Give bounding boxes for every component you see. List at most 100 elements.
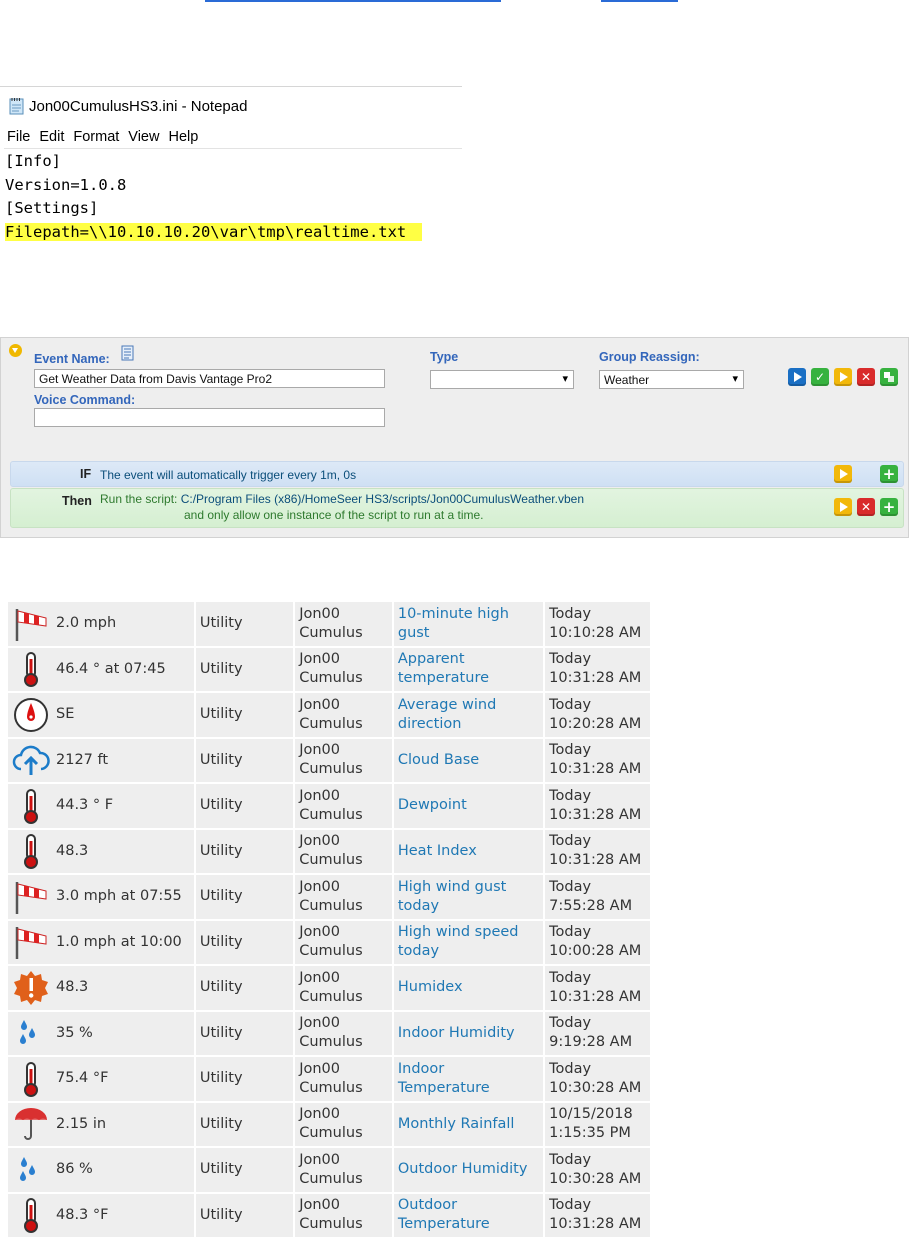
device-value-cell[interactable]: 1.0 mph at 10:00 [6, 918, 196, 966]
notepad-menubar: File Edit Format View Help [7, 129, 207, 145]
last-change-time: 10:31:28 AM [549, 988, 642, 1005]
device-row: 2127 ft Utility Jon00 Cumulus Cloud Base Tod… [6, 736, 652, 784]
device-value-cell[interactable]: 46.4 ° at 07:45 [6, 645, 196, 693]
device-room: Utility [193, 1009, 296, 1057]
top-link-underline[interactable] [601, 0, 678, 2]
last-change-time: 10:30:28 AM [549, 1170, 642, 1187]
windsock-icon [12, 878, 50, 916]
last-change-day: Today [549, 696, 592, 713]
device-name-link[interactable]: Heat Index [398, 843, 477, 859]
menu-file[interactable]: File [7, 129, 30, 145]
device-row: 1.0 mph at 10:00 Utility Jon00 Cumulus High… [6, 918, 652, 966]
collapse-toggle-icon[interactable] [9, 344, 22, 357]
last-change-day: Today [549, 742, 592, 759]
device-value-cell[interactable]: 48.3 °F [6, 1191, 196, 1237]
notepad-text-area[interactable]: [Info] Version=1.0.8 [Settings] Filepath=\\… [5, 150, 423, 244]
last-change-day: Today [549, 833, 592, 850]
add-trigger-button[interactable]: + [880, 465, 898, 483]
last-change-day: Today [549, 1197, 592, 1214]
device-name-link[interactable]: Apparent temperature [398, 651, 489, 686]
device-value-cell[interactable]: 2.0 mph [6, 600, 196, 648]
device-name-link[interactable]: Indoor Humidity [398, 1025, 515, 1041]
script-path-link[interactable]: C:/Program Files (x86)/HomeSeer HS3/scri… [181, 492, 584, 506]
menu-edit[interactable]: Edit [39, 129, 64, 145]
if-trigger-text: The event will automatically trigger eve… [100, 468, 357, 482]
then-action-row[interactable]: Then Run the script: C:/Program Files (x… [10, 488, 904, 528]
device-floor: Jon00 Cumulus [293, 1146, 394, 1194]
device-name-cell: Dewpoint [391, 782, 546, 830]
run-action-button[interactable] [834, 498, 852, 516]
voice-command-input[interactable] [34, 408, 385, 427]
last-change-time: 10:31:28 AM [549, 670, 642, 687]
advanced-button[interactable] [788, 368, 806, 386]
device-row: 86 % Utility Jon00 Cumulus Outdoor Humidity… [6, 1146, 652, 1194]
add-action-button[interactable]: + [880, 498, 898, 516]
device-floor: Jon00 Cumulus [293, 1191, 394, 1237]
run-event-button[interactable] [834, 368, 852, 386]
device-room: Utility [193, 645, 296, 693]
device-floor: Jon00 Cumulus [293, 1100, 394, 1148]
compass-icon [12, 696, 50, 734]
save-check-button[interactable]: ✓ [811, 368, 829, 386]
water-drops-icon [12, 1151, 50, 1189]
device-value-cell[interactable]: 48.3 [6, 827, 196, 875]
last-change-time: 1:15:35 PM [549, 1125, 631, 1142]
device-row: 46.4 ° at 07:45 Utility Jon00 Cumulus Appar… [6, 645, 652, 693]
last-change-time: 10:31:28 AM [549, 852, 642, 869]
menu-format[interactable]: Format [73, 129, 119, 145]
run-trigger-button[interactable] [834, 465, 852, 483]
device-row: 48.3 °F Utility Jon00 Cumulus Outdoor Tempe… [6, 1191, 652, 1237]
device-value-cell[interactable]: SE [6, 691, 196, 739]
device-floor: Jon00 Cumulus [293, 1009, 394, 1057]
device-name-link[interactable]: Humidex [398, 979, 463, 995]
device-value-cell[interactable]: 75.4 °F [6, 1055, 196, 1103]
menu-view[interactable]: View [128, 129, 159, 145]
device-value-cell[interactable]: 2.15 in [6, 1100, 196, 1148]
device-name-link[interactable]: Outdoor Temperature [398, 1197, 490, 1232]
delete-action-button[interactable]: ✕ [857, 498, 875, 516]
device-name-link[interactable]: Cloud Base [398, 752, 479, 768]
device-name-link[interactable]: High wind gust today [398, 879, 506, 914]
device-last-change: Today 10:10:28 AM [543, 600, 652, 648]
device-room: Utility [193, 600, 296, 648]
device-value-cell[interactable]: 86 % [6, 1146, 196, 1194]
device-name-link[interactable]: Monthly Rainfall [398, 1116, 515, 1132]
device-room: Utility [193, 873, 296, 921]
device-value: 1.0 mph at 10:00 [56, 933, 182, 950]
device-name-link[interactable]: Average wind direction [398, 697, 496, 732]
top-link-underline[interactable] [205, 0, 501, 2]
event-name-input[interactable]: Get Weather Data from Davis Vantage Pro2 [34, 369, 385, 388]
windsock-icon [12, 923, 50, 961]
type-select[interactable] [430, 370, 574, 389]
last-change-day: Today [549, 924, 592, 941]
device-name-link[interactable]: High wind speed today [398, 924, 519, 959]
last-change-time: 7:55:28 AM [549, 897, 633, 914]
device-value: 75.4 °F [56, 1070, 109, 1087]
device-value-cell[interactable]: 44.3 ° F [6, 782, 196, 830]
device-name-link[interactable]: 10-minute high gust [398, 606, 509, 641]
device-value-cell[interactable]: 3.0 mph at 07:55 [6, 873, 196, 921]
device-name-link[interactable]: Indoor Temperature [398, 1061, 490, 1096]
device-last-change: Today 9:19:28 AM [543, 1009, 652, 1057]
last-change-time: 10:20:28 AM [549, 715, 642, 732]
group-reassign-select[interactable]: Weather [599, 370, 744, 389]
device-value: 48.3 °F [56, 1206, 109, 1223]
if-trigger-row[interactable]: IF The event will automatically trigger … [10, 461, 904, 487]
device-value-cell[interactable]: 35 % [6, 1009, 196, 1057]
device-row: 48.3 Utility Jon00 Cumulus Humidex Today 10:3… [6, 964, 652, 1012]
device-room: Utility [193, 1191, 296, 1237]
device-value: 44.3 ° F [56, 797, 114, 814]
event-notes-icon[interactable] [120, 345, 136, 365]
umbrella-icon [12, 1105, 50, 1143]
device-name-cell: Outdoor Humidity [391, 1146, 546, 1194]
device-last-change: Today 10:31:28 AM [543, 827, 652, 875]
device-name-link[interactable]: Dewpoint [398, 797, 467, 813]
device-name-link[interactable]: Outdoor Humidity [398, 1161, 528, 1177]
delete-event-button[interactable]: ✕ [857, 368, 875, 386]
device-value-cell[interactable]: 2127 ft [6, 736, 196, 784]
menu-help[interactable]: Help [168, 129, 198, 145]
device-value-cell[interactable]: 48.3 [6, 964, 196, 1012]
copy-event-button[interactable] [880, 368, 898, 386]
device-row: SE Utility Jon00 Cumulus Average wind direc… [6, 691, 652, 739]
device-last-change: Today 7:55:28 AM [543, 873, 652, 921]
